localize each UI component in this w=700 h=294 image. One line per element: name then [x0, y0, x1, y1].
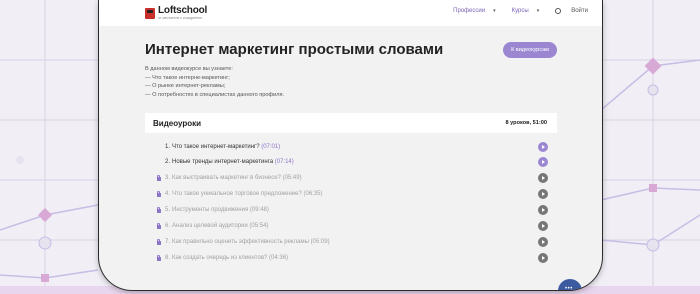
play-button[interactable]	[538, 157, 548, 167]
login-icon	[555, 8, 562, 14]
lesson-number: 4.	[165, 191, 171, 197]
lock-icon	[155, 238, 162, 245]
lessons-meta: 8 уроков, 51:00	[505, 120, 547, 126]
main-nav: Профессии ▾ Курсы ▾ Войти	[437, 8, 588, 14]
lesson-number: 2.	[165, 159, 171, 165]
lock-icon	[155, 174, 162, 181]
chat-widget-button[interactable]: •••	[558, 279, 582, 291]
page-title: Интернет маркетинг простыми словами	[145, 41, 444, 58]
play-button[interactable]	[538, 253, 548, 263]
description-line: — О рынке интернет-рекламы;	[145, 83, 226, 90]
play-button[interactable]	[538, 142, 548, 152]
lesson-title: Как правильно оценить эффективность рекл…	[172, 239, 309, 245]
lesson-title: Что такое уникальное торговое предложени…	[172, 191, 302, 197]
play-icon	[542, 160, 545, 164]
logo-tagline: от мечтателя к созидателю	[158, 16, 202, 20]
back-to-courses-button[interactable]: К видеокурсам	[503, 42, 557, 58]
play-icon	[542, 240, 545, 244]
lesson-title: Анализ целевой аудитории	[172, 223, 248, 229]
lesson-duration: (04:36)	[269, 255, 289, 261]
lesson-duration: (05:54)	[249, 223, 269, 229]
lessons-heading: Видеоуроки	[153, 118, 202, 128]
description-line: В данном видеокурсе вы узнаете:	[145, 66, 233, 72]
lesson-duration: (05:49)	[282, 175, 302, 181]
play-icon	[542, 256, 545, 260]
nav-item-courses[interactable]: Курсы ▾	[504, 8, 540, 14]
course-description: В данном видеокурсе вы узнаете: — Что та…	[145, 65, 284, 100]
lesson-item[interactable]: 7. Как правильно оценить эффективность р…	[155, 236, 548, 248]
lesson-duration: (07:14)	[274, 159, 294, 165]
lesson-duration: (07:01)	[261, 144, 281, 150]
chevron-down-icon: ▾	[493, 8, 496, 14]
play-icon	[542, 224, 545, 228]
lesson-title: Как создать очередь из клиентов?	[172, 255, 268, 261]
play-button[interactable]	[538, 221, 548, 231]
login-link[interactable]: Войти	[547, 8, 588, 14]
logo-icon	[145, 7, 155, 19]
lesson-title: Новые тренды интернет-маркетинга	[172, 159, 274, 165]
nav-item-professions[interactable]: Профессии ▾	[445, 8, 495, 14]
lesson-number: 1.	[165, 144, 171, 150]
site-header: Loftschool от мечтателя к созидателю Про…	[99, 0, 602, 26]
lessons-panel-header: Видеоуроки 8 уроков, 51:00	[145, 113, 557, 133]
logo[interactable]: Loftschool от мечтателя к созидателю	[145, 6, 207, 21]
lesson-item[interactable]: 1. Что такое интернет-маркетинг? (07:01)	[155, 141, 548, 153]
play-button[interactable]	[538, 189, 548, 199]
login-label: Войти	[571, 8, 588, 14]
lock-icon	[155, 222, 162, 229]
lesson-item[interactable]: 3. Как выстраивать маркетинг в бизнесе? …	[155, 172, 548, 184]
play-icon	[542, 208, 545, 212]
lesson-title: Как выстраивать маркетинг в бизнесе?	[172, 175, 281, 181]
lock-icon	[155, 190, 162, 197]
lesson-title: Инструменты продвижения	[172, 207, 249, 213]
lesson-number: 3.	[165, 175, 171, 181]
chevron-down-icon: ▾	[536, 8, 540, 14]
lesson-number: 5.	[165, 207, 171, 213]
nav-label-professions: Профессии	[453, 8, 486, 14]
play-button[interactable]	[538, 205, 548, 215]
logo-name: Loftschool	[158, 5, 208, 16]
lesson-duration: (05:09)	[310, 239, 330, 245]
nav-label-courses: Курсы	[511, 8, 529, 14]
play-icon	[542, 176, 545, 180]
play-button[interactable]	[538, 237, 548, 247]
chat-icon: •••	[565, 286, 573, 291]
lesson-number: 6.	[165, 223, 171, 229]
lock-icon	[155, 254, 162, 261]
play-button[interactable]	[538, 173, 548, 183]
description-line: — О потребностях в специалистах данного …	[145, 92, 285, 99]
lesson-item[interactable]: 4. Что такое уникальное торговое предлож…	[155, 188, 548, 200]
lesson-title: Что такое интернет-маркетинг?	[172, 144, 260, 150]
lesson-item[interactable]: 2. Новые тренды интернет-маркетинга (07:…	[155, 156, 548, 168]
lesson-number: 8.	[165, 255, 171, 261]
lesson-number: 7.	[165, 239, 171, 245]
device-frame: Loftschool от мечтателя к созидателю Про…	[98, 0, 603, 291]
lesson-item[interactable]: 8. Как создать очередь из клиентов? (04:…	[155, 252, 548, 264]
description-line: — Что такое интерне-маркетинг;	[145, 74, 230, 81]
play-icon	[542, 192, 545, 196]
play-icon	[542, 145, 545, 149]
lesson-item[interactable]: 6. Анализ целевой аудитории (05:54)	[155, 220, 548, 232]
lesson-duration: (06:35)	[303, 191, 323, 197]
lesson-item[interactable]: 5. Инструменты продвижения (09:48)	[155, 204, 548, 216]
lesson-duration: (09:48)	[249, 207, 269, 213]
lock-icon	[155, 206, 162, 213]
